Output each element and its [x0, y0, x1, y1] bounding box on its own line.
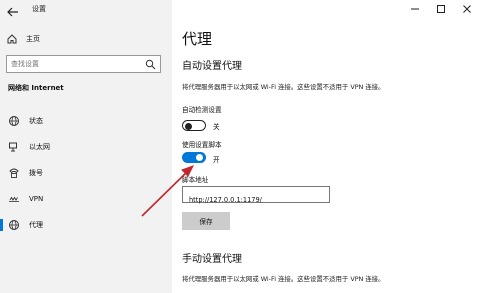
ethernet-icon	[9, 142, 17, 152]
auto-proxy-description: 将代理服务器用于以太网或 Wi-Fi 连接。这些设置不适用于 VPN 连接。	[182, 83, 385, 91]
search-box	[6, 55, 161, 73]
minimize-icon	[411, 8, 419, 10]
sidebar-item-label: 以太网	[29, 143, 50, 151]
search-icon[interactable]	[145, 59, 156, 70]
sidebar-item-home[interactable]: 主页	[6, 32, 166, 46]
maximize-icon	[437, 5, 445, 13]
back-button[interactable]	[6, 3, 20, 17]
toggle-knob	[185, 122, 192, 130]
sidebar-item-label: 状态	[29, 117, 43, 125]
sidebar-item-label: 主页	[26, 35, 40, 43]
sidebar-item-ethernet[interactable]: 以太网	[0, 134, 172, 160]
auto-proxy-heading: 自动设置代理	[182, 61, 242, 72]
save-button[interactable]: 保存	[182, 212, 230, 230]
manual-proxy-description: 将代理服务器用于以太网或 Wi-Fi 连接。这些设置不适用于 VPN 连接。	[182, 275, 385, 283]
home-icon	[7, 34, 17, 44]
close-icon	[463, 5, 471, 13]
main-content: 代理 自动设置代理 将代理服务器用于以太网或 Wi-Fi 连接。这些设置不适用于…	[172, 0, 480, 293]
sidebar-item-proxy[interactable]: 代理	[0, 212, 172, 238]
title-bar: 设置	[0, 0, 172, 18]
script-address-box	[182, 186, 330, 208]
vpn-icon	[9, 196, 19, 202]
use-script-state: 开	[213, 156, 220, 164]
settings-window: 设置 主页 网络和 Internet 状态	[0, 0, 480, 293]
globe-icon	[9, 116, 19, 126]
sidebar-item-status[interactable]: 状态	[0, 108, 172, 134]
phone-icon	[9, 168, 19, 178]
sidebar-item-label: VPN	[29, 195, 44, 203]
manual-proxy-heading: 手动设置代理	[182, 254, 242, 265]
auto-detect-state: 关	[213, 123, 220, 131]
sidebar: 设置 主页 网络和 Internet 状态	[0, 0, 172, 293]
back-arrow-icon	[7, 7, 18, 17]
sidebar-item-label: 代理	[29, 221, 43, 229]
search-input[interactable]	[11, 58, 139, 70]
auto-detect-label: 自动检测设置	[182, 106, 222, 114]
sidebar-item-dialup[interactable]: 拨号	[0, 160, 172, 186]
use-script-label: 使用设置脚本	[182, 141, 222, 149]
auto-detect-toggle[interactable]	[182, 120, 206, 131]
script-address-label: 脚本地址	[182, 176, 209, 184]
use-script-toggle[interactable]	[182, 152, 206, 163]
globe-icon	[9, 220, 19, 230]
page-title: 代理	[182, 30, 213, 48]
app-title: 设置	[32, 5, 46, 13]
close-button[interactable]	[454, 0, 480, 18]
script-address-input[interactable]	[183, 192, 329, 208]
toggle-knob	[196, 154, 203, 161]
window-controls	[402, 0, 480, 18]
section-title: 网络和 Internet	[8, 84, 64, 92]
sidebar-nav: 状态 以太网 拨号 VPN 代理	[0, 108, 172, 238]
sidebar-item-label: 拨号	[29, 169, 43, 177]
maximize-button[interactable]	[428, 0, 454, 18]
minimize-button[interactable]	[402, 0, 428, 18]
sidebar-item-vpn[interactable]: VPN	[0, 186, 172, 212]
